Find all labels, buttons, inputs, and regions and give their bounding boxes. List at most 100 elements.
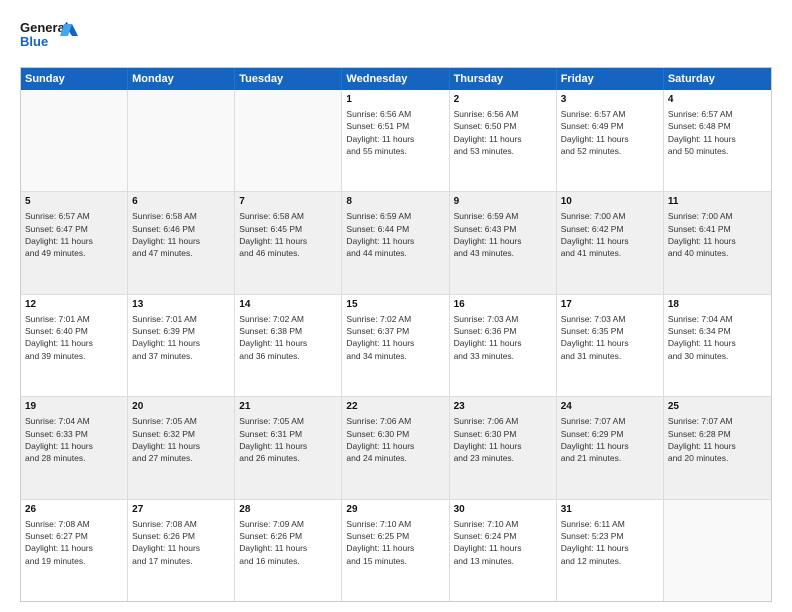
day-info: Sunrise: 6:59 AM Sunset: 6:44 PM Dayligh… [346,210,444,259]
day-info: Sunrise: 6:59 AM Sunset: 6:43 PM Dayligh… [454,210,552,259]
day-number: 10 [561,195,659,209]
calendar-cell [664,500,771,601]
day-number: 15 [346,298,444,312]
day-number: 21 [239,400,337,414]
day-info: Sunrise: 7:05 AM Sunset: 6:32 PM Dayligh… [132,415,230,464]
day-number: 30 [454,503,552,517]
day-number: 25 [668,400,767,414]
day-number: 18 [668,298,767,312]
day-info: Sunrise: 7:02 AM Sunset: 6:37 PM Dayligh… [346,313,444,362]
day-number: 5 [25,195,123,209]
day-header-sunday: Sunday [21,68,128,90]
calendar-container: SundayMondayTuesdayWednesdayThursdayFrid… [20,67,772,602]
calendar-cell: 16Sunrise: 7:03 AM Sunset: 6:36 PM Dayli… [450,295,557,396]
day-number: 9 [454,195,552,209]
calendar-cell: 23Sunrise: 7:06 AM Sunset: 6:30 PM Dayli… [450,397,557,498]
calendar-cell: 27Sunrise: 7:08 AM Sunset: 6:26 PM Dayli… [128,500,235,601]
calendar-cell: 4Sunrise: 6:57 AM Sunset: 6:48 PM Daylig… [664,90,771,191]
day-number: 16 [454,298,552,312]
day-info: Sunrise: 6:58 AM Sunset: 6:45 PM Dayligh… [239,210,337,259]
calendar-cell: 19Sunrise: 7:04 AM Sunset: 6:33 PM Dayli… [21,397,128,498]
day-info: Sunrise: 7:06 AM Sunset: 6:30 PM Dayligh… [346,415,444,464]
calendar-week-4: 19Sunrise: 7:04 AM Sunset: 6:33 PM Dayli… [21,397,771,499]
day-info: Sunrise: 6:57 AM Sunset: 6:48 PM Dayligh… [668,108,767,157]
calendar-cell [235,90,342,191]
calendar-cell: 31Sunrise: 6:11 AM Sunset: 5:23 PM Dayli… [557,500,664,601]
day-number: 27 [132,503,230,517]
calendar-cell: 5Sunrise: 6:57 AM Sunset: 6:47 PM Daylig… [21,192,128,293]
calendar-cell: 26Sunrise: 7:08 AM Sunset: 6:27 PM Dayli… [21,500,128,601]
calendar-cell: 11Sunrise: 7:00 AM Sunset: 6:41 PM Dayli… [664,192,771,293]
calendar-cell: 21Sunrise: 7:05 AM Sunset: 6:31 PM Dayli… [235,397,342,498]
svg-text:Blue: Blue [20,34,48,49]
day-info: Sunrise: 7:02 AM Sunset: 6:38 PM Dayligh… [239,313,337,362]
day-number: 13 [132,298,230,312]
day-number: 20 [132,400,230,414]
header: General Blue [20,16,772,57]
day-info: Sunrise: 7:01 AM Sunset: 6:39 PM Dayligh… [132,313,230,362]
calendar-cell: 29Sunrise: 7:10 AM Sunset: 6:25 PM Dayli… [342,500,449,601]
day-info: Sunrise: 6:58 AM Sunset: 6:46 PM Dayligh… [132,210,230,259]
day-header-tuesday: Tuesday [235,68,342,90]
calendar-cell: 13Sunrise: 7:01 AM Sunset: 6:39 PM Dayli… [128,295,235,396]
calendar-cell: 9Sunrise: 6:59 AM Sunset: 6:43 PM Daylig… [450,192,557,293]
calendar-cell: 18Sunrise: 7:04 AM Sunset: 6:34 PM Dayli… [664,295,771,396]
day-info: Sunrise: 7:10 AM Sunset: 6:25 PM Dayligh… [346,518,444,567]
calendar-cell: 6Sunrise: 6:58 AM Sunset: 6:46 PM Daylig… [128,192,235,293]
day-info: Sunrise: 6:11 AM Sunset: 5:23 PM Dayligh… [561,518,659,567]
calendar-cell [21,90,128,191]
day-number: 1 [346,93,444,107]
calendar-cell: 7Sunrise: 6:58 AM Sunset: 6:45 PM Daylig… [235,192,342,293]
day-header-thursday: Thursday [450,68,557,90]
day-info: Sunrise: 7:08 AM Sunset: 6:27 PM Dayligh… [25,518,123,567]
calendar-cell: 15Sunrise: 7:02 AM Sunset: 6:37 PM Dayli… [342,295,449,396]
day-info: Sunrise: 7:08 AM Sunset: 6:26 PM Dayligh… [132,518,230,567]
day-number: 19 [25,400,123,414]
day-info: Sunrise: 6:57 AM Sunset: 6:47 PM Dayligh… [25,210,123,259]
day-info: Sunrise: 7:00 AM Sunset: 6:42 PM Dayligh… [561,210,659,259]
day-header-wednesday: Wednesday [342,68,449,90]
day-info: Sunrise: 7:05 AM Sunset: 6:31 PM Dayligh… [239,415,337,464]
calendar-cell: 14Sunrise: 7:02 AM Sunset: 6:38 PM Dayli… [235,295,342,396]
day-info: Sunrise: 7:06 AM Sunset: 6:30 PM Dayligh… [454,415,552,464]
day-header-monday: Monday [128,68,235,90]
calendar-cell: 20Sunrise: 7:05 AM Sunset: 6:32 PM Dayli… [128,397,235,498]
calendar-week-1: 1Sunrise: 6:56 AM Sunset: 6:51 PM Daylig… [21,90,771,192]
day-number: 28 [239,503,337,517]
calendar-cell [128,90,235,191]
day-info: Sunrise: 7:03 AM Sunset: 6:35 PM Dayligh… [561,313,659,362]
calendar-cell: 17Sunrise: 7:03 AM Sunset: 6:35 PM Dayli… [557,295,664,396]
day-info: Sunrise: 7:04 AM Sunset: 6:34 PM Dayligh… [668,313,767,362]
calendar-cell: 12Sunrise: 7:01 AM Sunset: 6:40 PM Dayli… [21,295,128,396]
day-number: 11 [668,195,767,209]
calendar-cell: 22Sunrise: 7:06 AM Sunset: 6:30 PM Dayli… [342,397,449,498]
day-number: 24 [561,400,659,414]
day-number: 7 [239,195,337,209]
day-number: 17 [561,298,659,312]
day-header-saturday: Saturday [664,68,771,90]
day-number: 2 [454,93,552,107]
calendar-header: SundayMondayTuesdayWednesdayThursdayFrid… [21,68,771,90]
day-info: Sunrise: 7:07 AM Sunset: 6:28 PM Dayligh… [668,415,767,464]
calendar-cell: 24Sunrise: 7:07 AM Sunset: 6:29 PM Dayli… [557,397,664,498]
day-info: Sunrise: 6:56 AM Sunset: 6:50 PM Dayligh… [454,108,552,157]
day-info: Sunrise: 7:00 AM Sunset: 6:41 PM Dayligh… [668,210,767,259]
day-info: Sunrise: 7:09 AM Sunset: 6:26 PM Dayligh… [239,518,337,567]
calendar-week-2: 5Sunrise: 6:57 AM Sunset: 6:47 PM Daylig… [21,192,771,294]
day-number: 23 [454,400,552,414]
calendar-cell: 3Sunrise: 6:57 AM Sunset: 6:49 PM Daylig… [557,90,664,191]
day-info: Sunrise: 7:10 AM Sunset: 6:24 PM Dayligh… [454,518,552,567]
day-info: Sunrise: 6:57 AM Sunset: 6:49 PM Dayligh… [561,108,659,157]
day-number: 31 [561,503,659,517]
calendar-cell: 10Sunrise: 7:00 AM Sunset: 6:42 PM Dayli… [557,192,664,293]
day-number: 22 [346,400,444,414]
calendar-cell: 2Sunrise: 6:56 AM Sunset: 6:50 PM Daylig… [450,90,557,191]
calendar-cell: 28Sunrise: 7:09 AM Sunset: 6:26 PM Dayli… [235,500,342,601]
calendar-body: 1Sunrise: 6:56 AM Sunset: 6:51 PM Daylig… [21,90,771,601]
day-number: 14 [239,298,337,312]
day-number: 26 [25,503,123,517]
day-info: Sunrise: 7:07 AM Sunset: 6:29 PM Dayligh… [561,415,659,464]
calendar-cell: 30Sunrise: 7:10 AM Sunset: 6:24 PM Dayli… [450,500,557,601]
calendar-week-3: 12Sunrise: 7:01 AM Sunset: 6:40 PM Dayli… [21,295,771,397]
day-info: Sunrise: 7:01 AM Sunset: 6:40 PM Dayligh… [25,313,123,362]
